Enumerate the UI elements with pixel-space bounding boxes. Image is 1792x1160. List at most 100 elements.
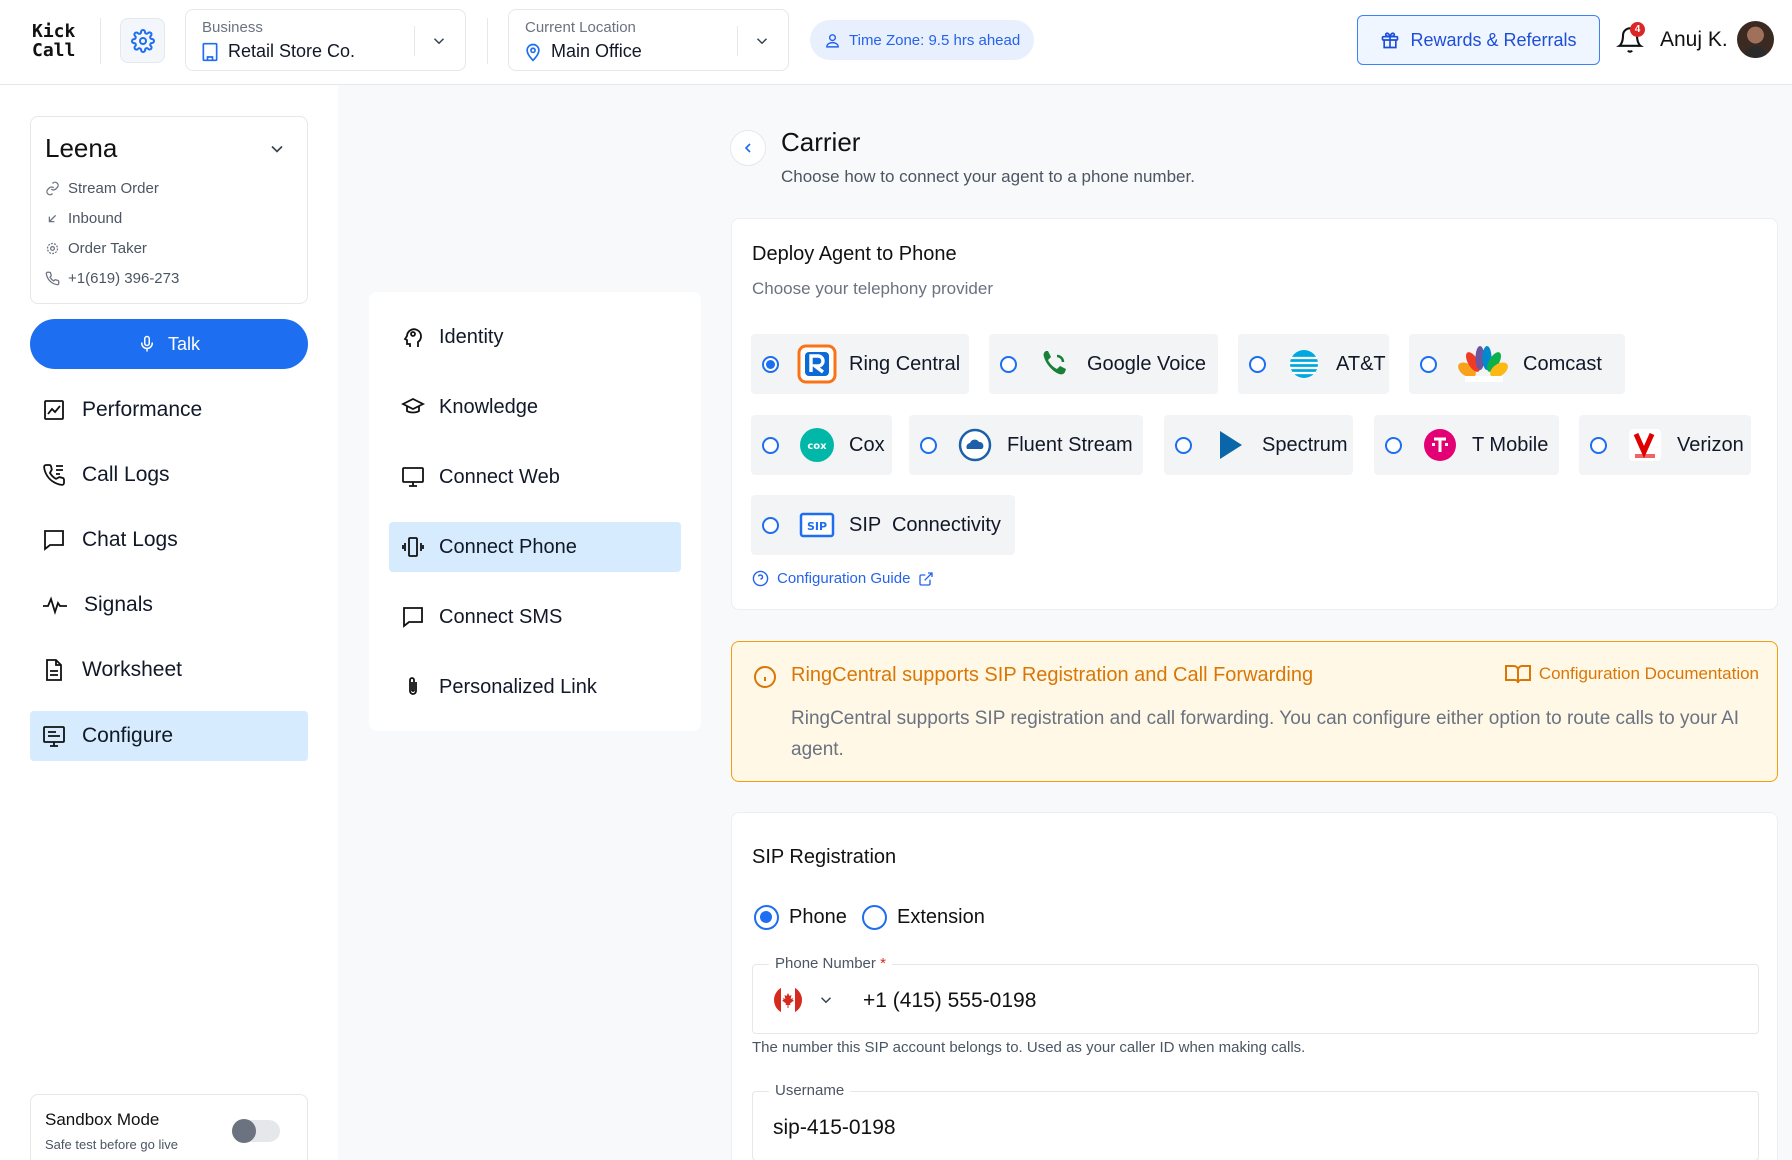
username-field[interactable]: Username sip-415-0198 [752,1082,1759,1160]
att-logo-icon [1284,344,1324,384]
radio-button[interactable] [862,905,887,930]
radio-button[interactable] [762,355,779,373]
cog-icon [46,242,59,255]
radio-button[interactable] [762,516,779,534]
location-selector[interactable]: Current Location Main Office [508,9,789,71]
nav-item-worksheet[interactable]: Worksheet [30,645,308,695]
radio-button[interactable] [1000,355,1017,373]
configure-icon [43,726,65,747]
radio-extension[interactable]: Extension [862,905,985,930]
radio-button[interactable] [1249,355,1266,373]
sandbox-toggle[interactable] [232,1119,280,1143]
divider [100,18,101,64]
t-mobile-logo-icon [1420,425,1460,465]
message-icon [403,607,423,628]
notification-badge: 4 [1630,22,1645,37]
nav-item-call-logs[interactable]: Call Logs [30,450,308,500]
phone-number-field[interactable]: Phone Number * +1 (415) 555-0198 [752,955,1759,1034]
radio-button[interactable] [1385,436,1402,454]
provider-sip-connectivity[interactable]: SIP SIP Connectivity [751,495,1015,555]
settings-button[interactable] [120,18,165,63]
user-name[interactable]: Anuj K. [1660,28,1728,52]
nav-item-signals[interactable]: Signals [30,580,308,630]
provider-spectrum[interactable]: Spectrum [1164,415,1353,475]
location-pin-icon [526,43,540,61]
paperclip-icon [409,677,417,695]
country-selector[interactable] [773,985,835,1015]
configure-sub-nav: Identity Knowledge Connect Web Connect P… [369,292,701,731]
gear-icon [130,28,155,53]
provider-t-mobile[interactable]: T Mobile [1374,415,1559,475]
svg-text:SIP: SIP [807,520,827,533]
verizon-logo-icon [1625,425,1665,465]
radio-button[interactable] [754,905,779,930]
configuration-guide-link[interactable]: Configuration Guide [752,570,934,587]
book-open-icon [1504,665,1531,684]
chevron-down-icon [820,997,832,1004]
subnav-connect-sms[interactable]: Connect SMS [389,592,681,642]
radio-phone[interactable]: Phone [754,905,847,930]
arrow-down-left-icon [48,214,57,223]
sandbox-mode-card: Sandbox Mode Safe test before go live [30,1094,308,1160]
subnav-knowledge[interactable]: Knowledge [389,382,681,432]
agent-stream: Stream Order [45,180,159,197]
chevron-down-icon [756,38,768,45]
provider-comcast[interactable]: Comcast [1409,334,1625,394]
cox-logo-icon: cox [797,425,837,465]
provider-cox[interactable]: cox Cox [751,415,892,475]
notice-body: RingCentral supports SIP registration an… [791,708,1740,760]
page-title: Carrier [781,127,861,157]
comcast-peacock-icon [1455,344,1511,384]
avatar[interactable] [1737,21,1774,58]
rewards-referrals-button[interactable]: Rewards & Referrals [1357,15,1600,65]
radio-button[interactable] [1590,436,1607,454]
page-subtitle: Choose how to connect your agent to a ph… [781,167,1195,186]
talk-button[interactable]: Talk [30,319,308,369]
gift-icon [1382,32,1399,49]
agent-name: Leena [45,133,118,163]
notice-title: RingCentral supports SIP Registration an… [791,664,1314,686]
fluent-stream-logo-icon [955,425,995,465]
configuration-documentation-link[interactable]: Configuration Documentation [1504,664,1759,684]
radio-button[interactable] [1175,436,1192,454]
back-button[interactable] [730,130,766,166]
app-logo[interactable]: Kick Call [32,22,75,60]
subnav-connect-phone[interactable]: Connect Phone [389,522,681,572]
building-icon [202,42,218,61]
subnav-personalized-link[interactable]: Personalized Link [389,662,681,712]
business-selector[interactable]: Business Retail Store Co. [185,9,466,71]
vibrating-phone-icon [402,537,424,557]
provider-google-voice[interactable]: Google Voice [989,334,1218,394]
sip-registration-card: SIP Registration Phone Extension Phone N… [731,812,1778,1160]
radio-button[interactable] [1420,355,1437,373]
provider-fluent-stream[interactable]: Fluent Stream [909,415,1143,475]
subnav-identity[interactable]: Identity [389,312,681,362]
spectrum-play-icon [1210,425,1250,465]
svg-text:cox: cox [807,441,827,452]
left-sidebar: Leena Stream Order Inbound Order Taker +… [0,85,338,1160]
chat-icon [44,530,64,551]
nav-item-performance[interactable]: Performance [30,385,308,435]
agent-direction: Inbound [45,210,122,227]
divider [487,18,488,64]
provider-ring-central[interactable]: Ring Central [751,334,969,394]
provider-verizon[interactable]: Verizon [1579,415,1751,475]
pulse-icon [43,596,67,615]
help-circle-icon [752,570,769,587]
sip-logo-icon: SIP [797,505,837,545]
chevron-down-icon [433,38,445,45]
chevron-left-icon [744,143,751,153]
phone-number-helper: The number this SIP account belongs to. … [752,1039,1306,1056]
radio-button[interactable] [762,436,779,454]
chevron-down-icon[interactable] [267,139,287,159]
phone-log-icon [43,464,65,486]
nav-item-chat-logs[interactable]: Chat Logs [30,515,308,565]
subnav-connect-web[interactable]: Connect Web [389,452,681,502]
agent-card[interactable]: Leena Stream Order Inbound Order Taker +… [30,116,308,304]
phone-number-value: +1 (415) 555-0198 [863,989,1037,1012]
provider-att[interactable]: AT&T [1238,334,1389,394]
radio-button[interactable] [920,436,937,454]
monitor-icon [402,467,424,487]
nav-item-configure[interactable]: Configure [30,711,308,761]
ring-central-logo-icon [797,344,837,384]
